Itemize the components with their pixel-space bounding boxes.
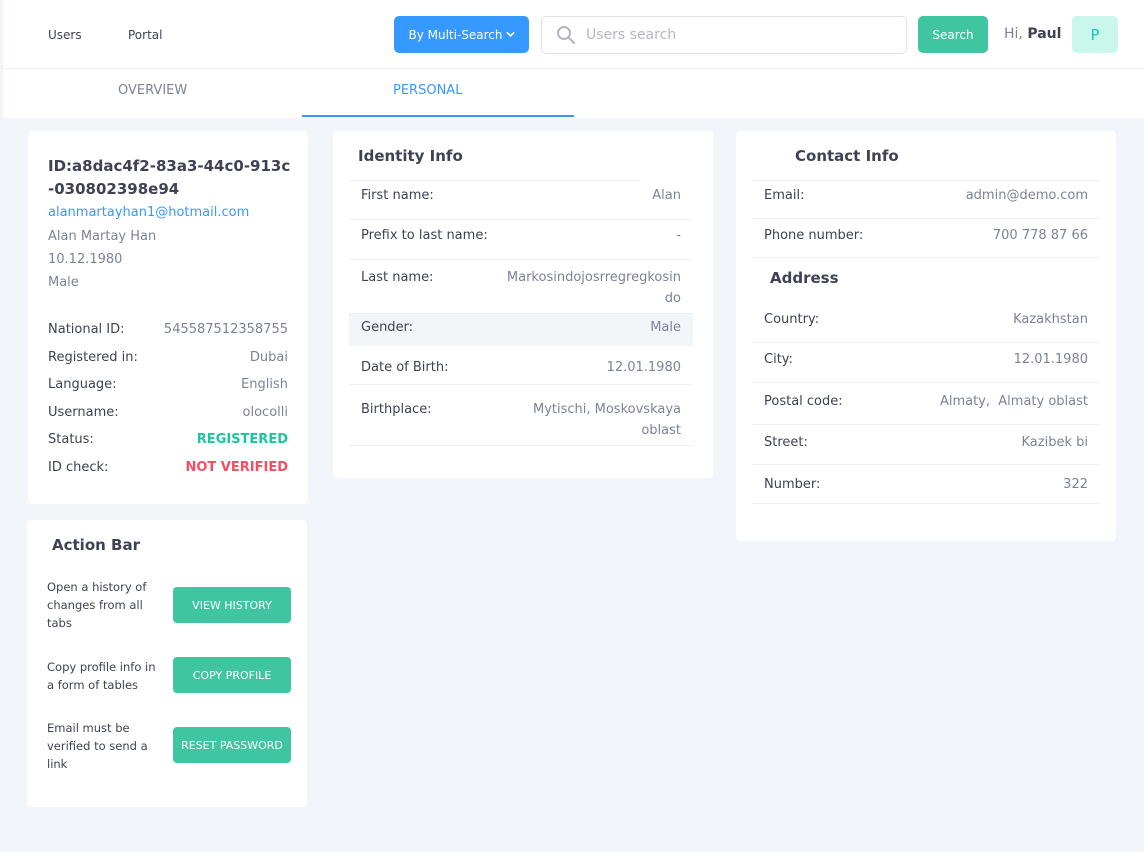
avatar[interactable]: P bbox=[1072, 16, 1118, 53]
identity-row-first-name: First name: Alan bbox=[349, 181, 693, 220]
view-history-button[interactable]: VIEW HISTORY bbox=[173, 587, 291, 623]
user-id: ID:a8dac4f2-83a3-44c0-913c-030802398e94 bbox=[48, 157, 291, 198]
row-label: Birthplace: bbox=[361, 402, 432, 417]
row-value: - bbox=[676, 228, 681, 243]
detail-row-username: Username: olocolli bbox=[48, 405, 288, 420]
multi-search-label: By Multi-Search bbox=[408, 27, 503, 42]
row-label: Street: bbox=[764, 435, 808, 450]
user-full-name: Alan Martay Han bbox=[48, 229, 157, 244]
row-value: Markosindojosrregregkosindo bbox=[506, 270, 681, 306]
address-title: Address bbox=[770, 269, 839, 287]
user-name: Paul bbox=[1027, 26, 1062, 42]
action-bar-card: Action Bar Open a history of changes fro… bbox=[27, 520, 307, 807]
row-value: Mytischi, Moskovskaya oblast bbox=[532, 402, 681, 438]
nav-link-users[interactable]: Users bbox=[48, 28, 82, 42]
id-check-badge: NOT VERIFIED bbox=[185, 460, 288, 475]
action-description: Email must be verified to send a link bbox=[47, 721, 148, 771]
row-label: Number: bbox=[764, 477, 821, 492]
identity-row-birthplace: Birthplace: Mytischi, Moskovskaya oblast bbox=[349, 385, 693, 446]
active-tab-indicator bbox=[302, 115, 574, 117]
detail-value: Dubai bbox=[249, 350, 288, 365]
top-navbar: Users Portal By Multi-Search Search Hi, … bbox=[3, 0, 1144, 69]
row-label: City: bbox=[764, 352, 793, 367]
profile-card: ID:a8dac4f2-83a3-44c0-913c-030802398e94 … bbox=[28, 131, 308, 504]
row-label: Country: bbox=[764, 312, 820, 327]
identity-info-card: Identity Info First name: Alan Prefix to… bbox=[333, 131, 713, 478]
detail-row-id-check: ID check: NOT VERIFIED bbox=[48, 460, 288, 475]
detail-label: ID check: bbox=[48, 460, 109, 475]
reset-password-button[interactable]: RESET PASSWORD bbox=[173, 727, 291, 763]
address-row-country: Country: Kazakhstan bbox=[752, 303, 1100, 343]
row-value: Almaty, Almaty oblast bbox=[939, 394, 1088, 409]
tab-bar: OVERVIEW PERSONAL bbox=[3, 69, 1144, 118]
search-button[interactable]: Search bbox=[918, 16, 988, 53]
chevron-down-icon bbox=[506, 31, 514, 37]
detail-row-status: Status: REGISTERED bbox=[48, 432, 288, 447]
detail-value: olocolli bbox=[242, 405, 288, 420]
identity-row-date-of-birth: Date of Birth: 12.01.1980 bbox=[349, 346, 693, 385]
row-label: Gender: bbox=[361, 320, 414, 335]
user-gender: Male bbox=[48, 275, 79, 290]
row-value: Alan bbox=[652, 188, 681, 203]
copy-profile-button[interactable]: COPY PROFILE bbox=[173, 657, 291, 693]
identity-row-last-name: Last name: Markosindojosrregregkosindo bbox=[349, 260, 693, 314]
detail-value: 545587512358755 bbox=[163, 322, 288, 337]
search-field[interactable] bbox=[541, 16, 907, 54]
detail-label: Status: bbox=[48, 432, 94, 447]
row-value: admin@demo.com bbox=[965, 188, 1088, 203]
detail-row-national-id: National ID: 545587512358755 bbox=[48, 322, 288, 337]
search-icon bbox=[557, 26, 576, 45]
contact-row-phone: Phone number: 700 778 87 66 bbox=[752, 219, 1100, 258]
address-row-number: Number: 322 bbox=[752, 465, 1100, 504]
address-row-street: Street: Kazibek bi bbox=[752, 425, 1100, 465]
user-greeting: Hi, Paul bbox=[1004, 26, 1061, 42]
address-row-postal-code: Postal code: Almaty, Almaty oblast bbox=[752, 383, 1100, 425]
row-label: Date of Birth: bbox=[361, 360, 449, 375]
row-label: First name: bbox=[361, 188, 434, 203]
multi-search-dropdown[interactable]: By Multi-Search bbox=[394, 16, 529, 53]
detail-label: Username: bbox=[48, 405, 119, 420]
user-dob: 10.12.1980 bbox=[48, 252, 123, 267]
detail-label: Registered in: bbox=[48, 350, 138, 365]
row-value: Male bbox=[650, 320, 681, 335]
action-description: Open a history of changes from all tabs bbox=[47, 580, 147, 630]
detail-value: English bbox=[241, 377, 288, 392]
row-value: 322 bbox=[1063, 477, 1088, 492]
identity-row-prefix: Prefix to last name: - bbox=[349, 220, 693, 260]
user-email-link[interactable]: alanmartayhan1@hotmail.com bbox=[48, 205, 249, 220]
tab-personal[interactable]: PERSONAL bbox=[393, 83, 462, 98]
nav-link-portal[interactable]: Portal bbox=[128, 28, 162, 42]
row-value: Kazakhstan bbox=[1013, 312, 1088, 327]
row-label: Postal code: bbox=[764, 394, 843, 409]
identity-row-gender: Gender: Male bbox=[349, 314, 693, 346]
identity-info-title: Identity Info bbox=[358, 147, 463, 165]
contact-info-title: Contact Info bbox=[795, 147, 899, 165]
greeting-prefix: Hi, bbox=[1004, 26, 1023, 42]
contact-row-email: Email: admin@demo.com bbox=[752, 181, 1100, 219]
row-value: Kazibek bi bbox=[1021, 435, 1088, 450]
status-badge: REGISTERED bbox=[196, 432, 288, 447]
detail-row-registered-in: Registered in: Dubai bbox=[48, 350, 288, 365]
search-input[interactable] bbox=[586, 27, 886, 43]
row-value: 12.01.1980 bbox=[1013, 352, 1088, 367]
row-label: Last name: bbox=[361, 270, 434, 285]
tab-overview[interactable]: OVERVIEW bbox=[118, 83, 187, 98]
row-label: Email: bbox=[764, 188, 805, 203]
row-label: Phone number: bbox=[764, 228, 864, 243]
action-bar-title: Action Bar bbox=[52, 536, 140, 554]
row-label: Prefix to last name: bbox=[361, 228, 488, 243]
detail-label: National ID: bbox=[48, 322, 125, 337]
row-value: 12.01.1980 bbox=[606, 360, 681, 375]
action-description: Copy profile info in a form of tables bbox=[47, 660, 156, 692]
detail-row-language: Language: English bbox=[48, 377, 288, 392]
detail-label: Language: bbox=[48, 377, 117, 392]
row-value: 700 778 87 66 bbox=[992, 228, 1088, 243]
address-row-city: City: 12.01.1980 bbox=[752, 343, 1100, 383]
contact-info-card: Contact Info Email: admin@demo.com Phone… bbox=[736, 131, 1116, 541]
